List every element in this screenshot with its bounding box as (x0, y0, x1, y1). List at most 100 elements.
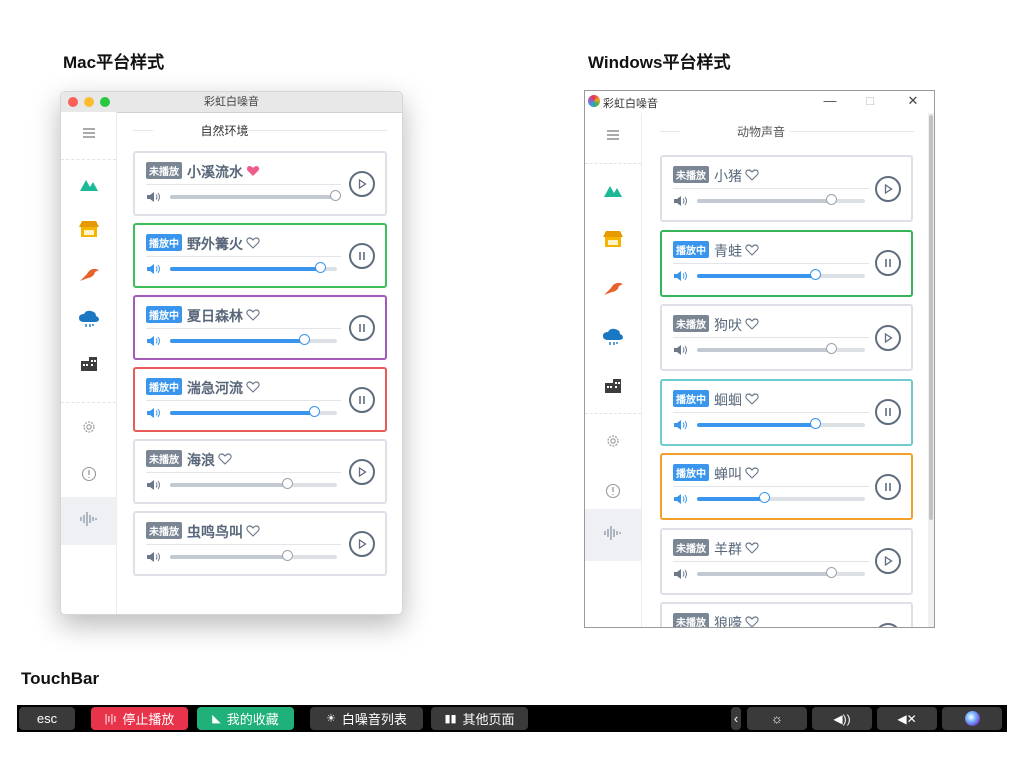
sidebar-item-bird[interactable] (585, 266, 641, 315)
heart-icon[interactable] (246, 308, 260, 324)
play-button[interactable] (875, 622, 901, 627)
play-button[interactable] (875, 548, 901, 574)
heart-icon[interactable] (218, 452, 232, 468)
pause-button[interactable] (349, 386, 375, 413)
heart-icon[interactable] (745, 243, 759, 259)
zoom-traffic-light[interactable] (100, 97, 110, 107)
stop-play-button[interactable]: |ı|ı 停止播放 (91, 707, 188, 730)
sidebar-item-soundwave[interactable] (61, 497, 116, 545)
volume-button[interactable]: ◀)) (812, 707, 872, 730)
volume-icon[interactable] (673, 418, 689, 430)
sidebar-item-shop[interactable] (585, 217, 641, 266)
pause-button[interactable] (349, 242, 375, 269)
play-button[interactable] (349, 170, 375, 197)
volume-icon[interactable] (146, 334, 162, 346)
volume-slider[interactable] (170, 190, 342, 201)
close-button[interactable]: ✕ (898, 93, 928, 109)
volume-slider[interactable] (697, 492, 865, 503)
sound-card[interactable]: 未播放 海浪 (133, 439, 387, 504)
volume-slider-handle[interactable] (308, 406, 320, 417)
volume-icon[interactable] (673, 567, 689, 579)
collapse-control-strip-button[interactable]: ‹ (731, 707, 741, 730)
volume-icon[interactable] (673, 492, 689, 504)
sidebar-item-building[interactable] (61, 344, 116, 389)
heart-icon[interactable] (745, 392, 759, 408)
noise-list-button[interactable]: ☀ 白噪音列表 (310, 707, 423, 730)
sidebar-item-rain-cloud[interactable] (61, 299, 116, 344)
sound-card[interactable]: 未播放 羊群 (660, 527, 913, 595)
sound-card[interactable]: 未播放 小猪 (660, 155, 913, 222)
volume-icon[interactable] (146, 262, 162, 274)
volume-slider-handle[interactable] (809, 417, 821, 429)
esc-key[interactable]: esc (19, 707, 75, 730)
brightness-button[interactable]: ☼ (747, 707, 807, 730)
heart-filled-icon[interactable] (246, 164, 260, 180)
sound-card[interactable]: 未播放 狗吠 (660, 304, 913, 371)
heart-icon[interactable] (246, 236, 260, 252)
heart-icon[interactable] (745, 168, 759, 184)
volume-slider[interactable] (697, 268, 865, 280)
volume-slider[interactable] (697, 417, 865, 429)
pause-button[interactable] (875, 473, 901, 500)
scrollbar[interactable] (928, 113, 934, 627)
volume-slider[interactable] (170, 478, 337, 489)
my-favorites-button[interactable]: ◣ 我的收藏 (197, 707, 294, 730)
volume-icon[interactable] (146, 550, 162, 562)
volume-slider-handle[interactable] (826, 343, 838, 354)
sound-card[interactable]: 播放中 野外篝火 (133, 223, 387, 288)
sound-card[interactable]: 未播放 虫鸣鸟叫 (133, 511, 387, 576)
sidebar-item-soundwave[interactable] (585, 509, 641, 561)
play-button[interactable] (875, 324, 901, 351)
heart-icon[interactable] (745, 615, 759, 627)
sound-card[interactable]: 未播放 小溪流水 (133, 151, 387, 216)
minimize-traffic-light[interactable] (84, 97, 94, 107)
volume-slider[interactable] (170, 550, 337, 561)
sidebar-item-mountain[interactable] (61, 164, 116, 209)
pause-button[interactable] (875, 399, 901, 425)
mute-button[interactable]: ◀✕ (877, 707, 937, 730)
pause-button[interactable] (349, 314, 375, 341)
heart-icon[interactable] (246, 380, 260, 396)
volume-slider[interactable] (697, 343, 865, 354)
other-pages-button[interactable]: ▮▮ 其他页面 (431, 707, 528, 730)
volume-icon[interactable] (673, 194, 689, 206)
heart-icon[interactable] (745, 466, 759, 482)
sound-card[interactable]: 未播放 狼嚎 (660, 602, 913, 627)
siri-button[interactable] (942, 707, 1002, 730)
sidebar-item-info[interactable] (61, 453, 116, 500)
volume-icon[interactable] (146, 406, 162, 418)
sidebar-item-building[interactable] (585, 364, 641, 413)
scrollbar-thumb[interactable] (929, 115, 933, 520)
volume-slider-handle[interactable] (809, 268, 821, 280)
minimize-button[interactable]: — (815, 93, 845, 108)
sidebar-item-rain-cloud[interactable] (585, 315, 641, 364)
play-button[interactable] (875, 175, 901, 202)
play-button[interactable] (349, 458, 375, 485)
volume-slider-handle[interactable] (826, 566, 838, 578)
sidebar-item-bird[interactable] (61, 254, 116, 299)
volume-slider[interactable] (170, 262, 337, 273)
sidebar-item-menu[interactable] (585, 113, 641, 161)
volume-icon[interactable] (673, 269, 689, 281)
volume-slider-handle[interactable] (281, 550, 293, 561)
sound-card[interactable]: 播放中 蛔蛔 (660, 378, 913, 446)
sidebar-item-gear[interactable] (61, 406, 116, 453)
volume-slider-handle[interactable] (315, 262, 327, 273)
sidebar-item-gear[interactable] (585, 418, 641, 468)
sound-card[interactable]: 播放中 湍急河流 (133, 367, 387, 432)
sidebar-item-mountain[interactable] (585, 168, 641, 217)
volume-slider[interactable] (697, 194, 865, 205)
volume-slider-handle[interactable] (330, 190, 342, 201)
volume-slider[interactable] (697, 566, 865, 578)
sidebar-item-shop[interactable] (61, 209, 116, 254)
volume-slider-handle[interactable] (759, 492, 771, 503)
volume-slider[interactable] (170, 334, 337, 345)
volume-slider-handle[interactable] (826, 194, 838, 205)
close-traffic-light[interactable] (68, 97, 78, 107)
volume-slider-handle[interactable] (298, 334, 310, 345)
sound-card[interactable]: 播放中 蝉叫 (660, 453, 913, 520)
play-button[interactable] (349, 530, 375, 557)
heart-icon[interactable] (246, 524, 260, 540)
volume-slider[interactable] (170, 406, 337, 417)
volume-icon[interactable] (673, 343, 689, 355)
